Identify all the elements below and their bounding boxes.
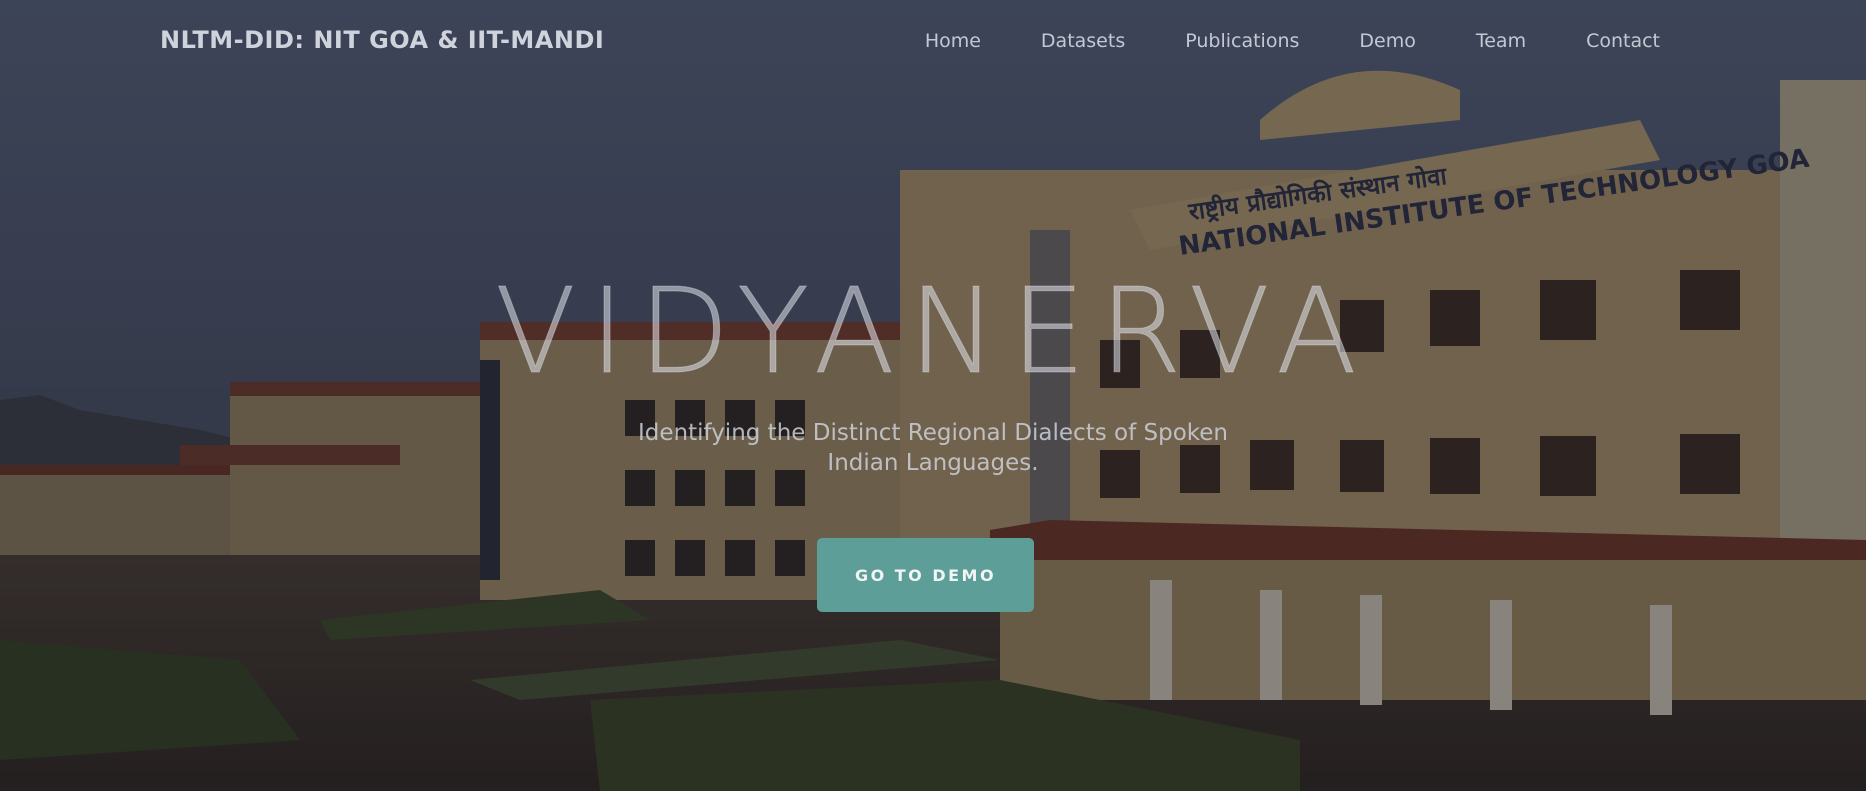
brand-logo-text[interactable]: NLTM-DID: NIT GOA & IIT-MANDI (160, 26, 604, 54)
nav-link-home[interactable]: Home (925, 30, 981, 52)
go-to-demo-button[interactable]: GO TO DEMO (817, 538, 1034, 612)
top-navbar: NLTM-DID: NIT GOA & IIT-MANDI Home Datas… (0, 0, 1866, 86)
nav-link-demo[interactable]: Demo (1359, 30, 1415, 52)
nav-links: Home Datasets Publications Demo Team Con… (865, 30, 1660, 52)
hero-subtitle: Identifying the Distinct Regional Dialec… (637, 420, 1228, 476)
nav-link-team[interactable]: Team (1476, 30, 1526, 52)
nav-link-contact[interactable]: Contact (1586, 30, 1660, 52)
nav-link-publications[interactable]: Publications (1185, 30, 1299, 52)
hero-title: VIDYANERVA (495, 262, 1371, 400)
nav-link-datasets[interactable]: Datasets (1041, 30, 1125, 52)
hero-section: NATIONAL INSTITUTE OF TECHNOLOGY GOA राष… (0, 0, 1866, 791)
